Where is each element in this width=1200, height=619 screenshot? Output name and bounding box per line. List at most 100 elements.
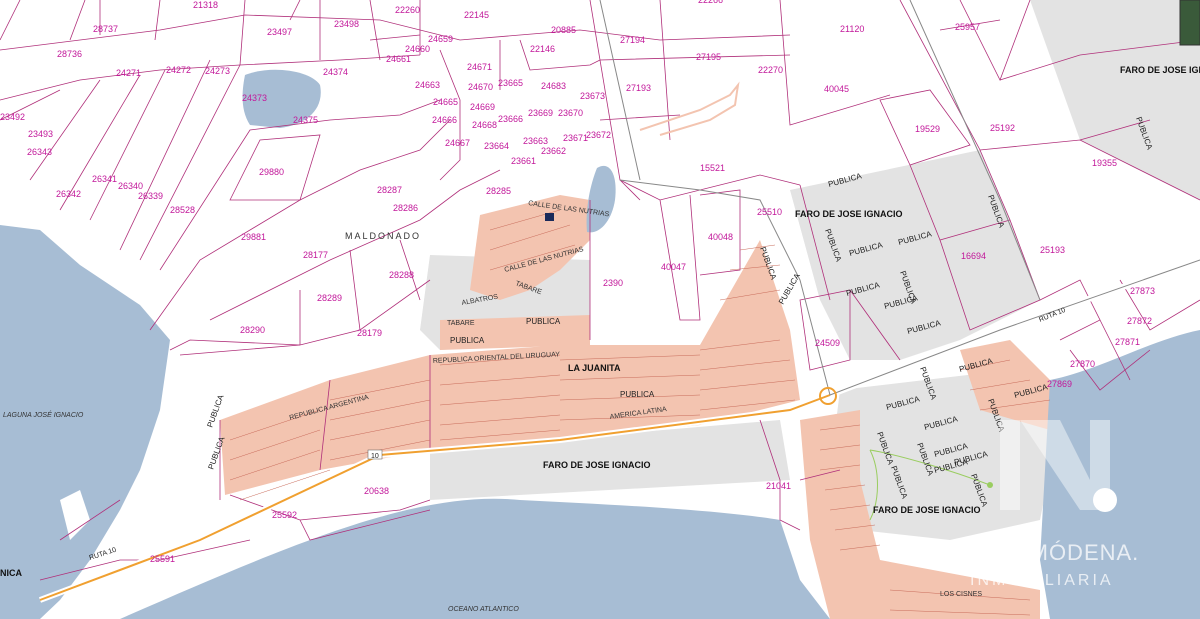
parcel-label: 25591 (150, 554, 175, 564)
parcel-label: 23669 (528, 108, 553, 118)
parcel-label: 23666 (498, 114, 523, 124)
oceano-atlantico (120, 498, 830, 619)
parcel-label: 27872 (1127, 316, 1152, 326)
parcel-label: 24271 (116, 68, 141, 78)
label-laguna: LAGUNA JOSÉ IGNACIO (3, 410, 84, 419)
parcel-label: 19355 (1092, 158, 1117, 168)
urban-los-cisnes (880, 560, 1040, 619)
parcel-label: 24509 (815, 338, 840, 348)
parcel-label: 23665 (498, 78, 523, 88)
parcel-label: 23670 (558, 108, 583, 118)
parcel-label: 23671 (563, 133, 588, 143)
label-oceano: OCEANO ATLANTICO (448, 606, 519, 613)
parcel-label: 24663 (415, 80, 440, 90)
parcel-label: 28289 (317, 293, 342, 303)
parcel-label: 28736 (57, 49, 82, 59)
parcel-label: 23664 (484, 141, 509, 151)
parcel-label: 23497 (267, 27, 292, 37)
parcel-label: 25193 (1040, 245, 1065, 255)
parcel-label: 40047 (661, 262, 686, 272)
parcel-label: 27194 (620, 35, 645, 45)
parcel-label: 23493 (28, 129, 53, 139)
parcel-label: 24683 (541, 81, 566, 91)
public-area-label: PUBLICA (526, 317, 561, 326)
parcel-label: 26340 (118, 181, 143, 191)
street-los-cisnes: LOS CISNES (940, 591, 982, 598)
parcel-label: 29881 (241, 232, 266, 242)
parcel-label: 24374 (323, 67, 348, 77)
public-area-label: PUBLICA (620, 390, 655, 399)
parcel-label: 26343 (27, 147, 52, 157)
parcel-label: 24671 (467, 62, 492, 72)
parcel-label: 28286 (393, 203, 418, 213)
parcel-label: 40048 (708, 232, 733, 242)
parcel-label: 24668 (472, 120, 497, 130)
parcel-label: 15521 (700, 163, 725, 173)
parcel-label: 25510 (757, 207, 782, 217)
parcel-label: 27195 (696, 52, 721, 62)
parcel-label: 23672 (586, 130, 611, 140)
parcel-label: 28179 (357, 328, 382, 338)
route-shield-number: 10 (371, 453, 379, 460)
parcel-label: 25592 (272, 510, 297, 520)
parcel-label: 26341 (92, 174, 117, 184)
label-la-juanita: LA JUANITA (568, 363, 621, 373)
parcel-label: 24375 (293, 115, 318, 125)
parcel-label: 27871 (1115, 337, 1140, 347)
parcel-label: 28285 (486, 186, 511, 196)
parcel-label: 16694 (961, 251, 986, 261)
parcel-label: 22260 (395, 5, 420, 15)
parcel-label: 24665 (433, 97, 458, 107)
parcel-label: 22145 (464, 10, 489, 20)
parcel-label: 23661 (511, 156, 536, 166)
map-canvas[interactable]: 21318 28737 28736 23497 23498 22260 22145 22266… (0, 0, 1200, 619)
inset-thumbnail[interactable] (1179, 0, 1200, 46)
parcel-label: 22270 (758, 65, 783, 75)
parcel-label: 28177 (303, 250, 328, 260)
parcel-label: 19529 (915, 124, 940, 134)
parcel-label: 28287 (377, 185, 402, 195)
parcel-label: 24669 (470, 102, 495, 112)
label-faro-southeast: FARO DE JOSE IGNACIO (873, 505, 981, 515)
parcel-label: 24373 (242, 93, 267, 103)
parcel-label: 23663 (523, 136, 548, 146)
parcel-label: 27870 (1070, 359, 1095, 369)
parcel-label: 20638 (364, 486, 389, 496)
building-marker (545, 213, 554, 221)
parcel-label: 28737 (93, 24, 118, 34)
parcel-label: 27193 (626, 83, 651, 93)
public-area-ne (1030, 0, 1200, 200)
label-faro-south: FARO DE JOSE IGNACIO (543, 460, 651, 470)
parcel-label: 24667 (445, 138, 470, 148)
parcel-label: 28528 (170, 205, 195, 215)
water-bodies (0, 69, 1200, 619)
parcel-label: 21041 (766, 481, 791, 491)
parcel-label: 27873 (1130, 286, 1155, 296)
parcel-label: 23498 (334, 19, 359, 29)
parcel-label: 25192 (990, 123, 1015, 133)
parcel-label: 22146 (530, 44, 555, 54)
parcel-label: 24659 (428, 34, 453, 44)
parcel-label: 22266 (698, 0, 723, 5)
parcel-label: 24670 (468, 82, 493, 92)
pond-nutrias (586, 165, 616, 233)
parcel-label: 25957 (955, 22, 980, 32)
label-maldonado: MALDONADO (345, 231, 421, 241)
watermark-line2: INMOBILIARIA (970, 572, 1114, 589)
label-nica: NICA (0, 568, 22, 578)
parcel-label: 24660 (405, 44, 430, 54)
parcel-label: 24666 (432, 115, 457, 125)
street-tabare-2: TABARE (447, 320, 475, 327)
cadastral-map[interactable]: 21318 28737 28736 23497 23498 22260 22145 22266… (0, 0, 1200, 619)
parcel-label: 23492 (0, 112, 25, 122)
parcel-label: 28288 (389, 270, 414, 280)
parcel-label: 40045 (824, 84, 849, 94)
label-faro-center: FARO DE JOSE IGNACIO (795, 209, 903, 219)
parcel-label: 20885 (551, 25, 576, 35)
laguna-islet (130, 495, 145, 520)
parcel-label: 24272 (166, 65, 191, 75)
parcel-label: 24661 (386, 54, 411, 64)
parcel-label: 21120 (840, 24, 864, 34)
watermark-line1: TOMÁS DE MÓDENA. (900, 540, 1139, 565)
parcel-label: 26342 (56, 189, 81, 199)
